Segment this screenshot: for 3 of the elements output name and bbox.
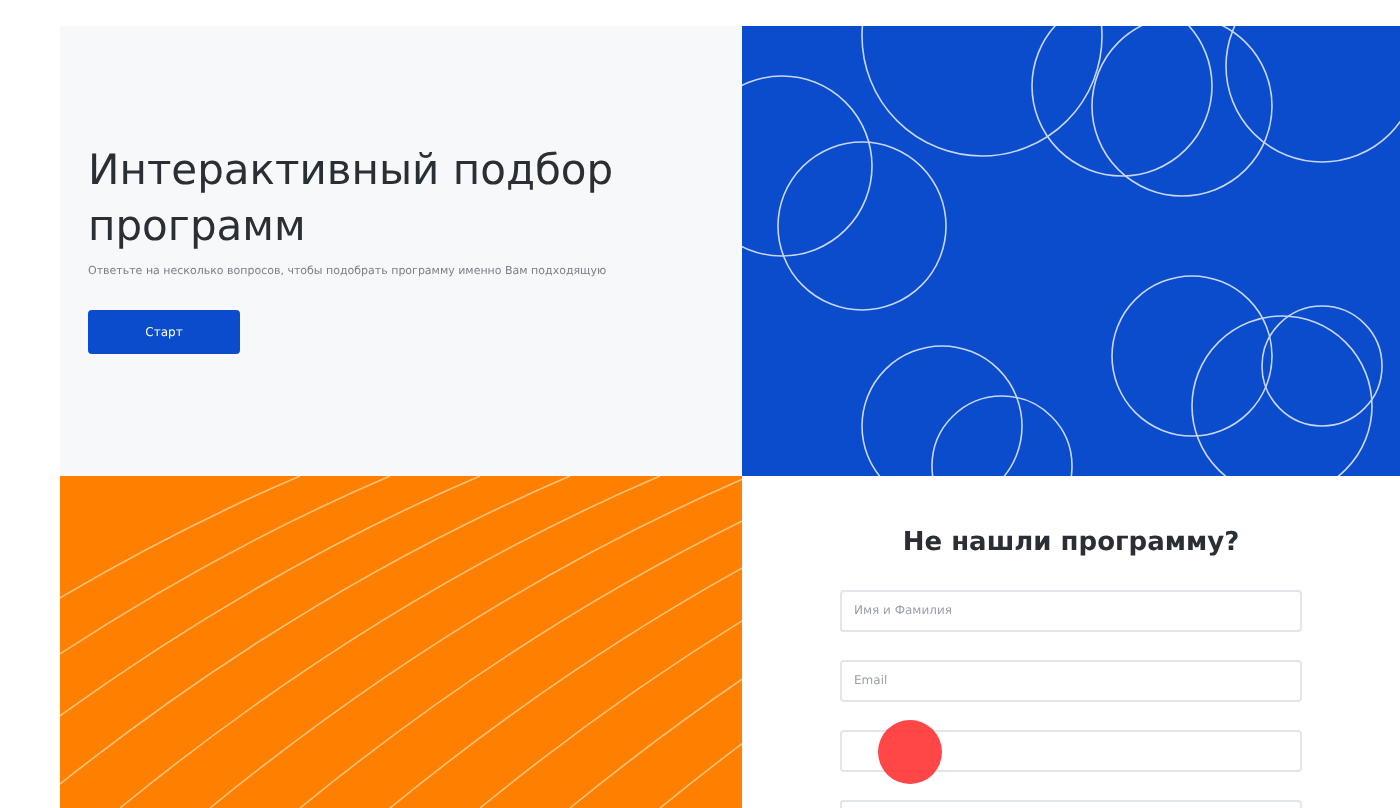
hero-title: Интерактивный подбор программ [88,144,616,254]
form-title: Не нашли программу? [902,528,1240,558]
click-marker-icon [878,720,942,784]
